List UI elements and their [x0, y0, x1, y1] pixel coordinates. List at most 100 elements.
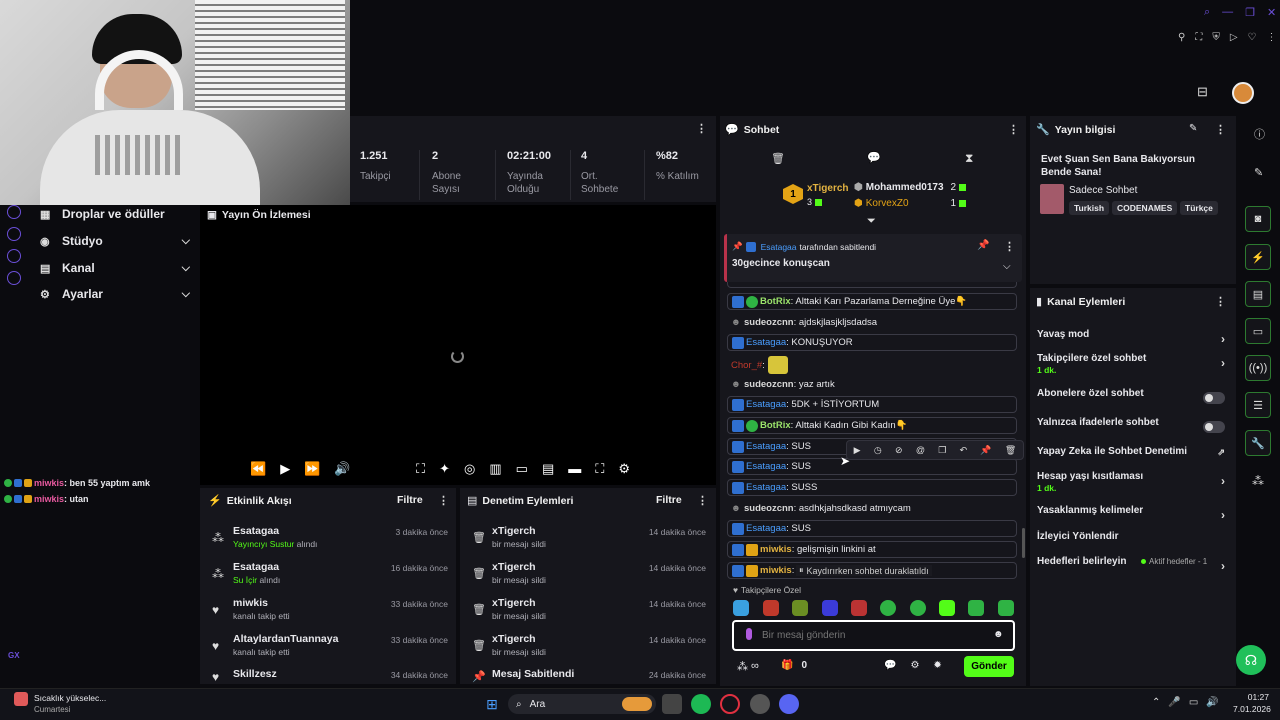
- banned-words[interactable]: Yasaklanmış kelimeler ›: [1037, 505, 1227, 529]
- trash-icon[interactable]: 🗑: [771, 152, 785, 165]
- chevron-down-icon[interactable]: ⌵: [1003, 261, 1011, 272]
- mic-icon[interactable]: [746, 628, 752, 640]
- play-icon[interactable]: ▶: [280, 461, 290, 477]
- network-icon[interactable]: ▭: [1189, 697, 1198, 708]
- discord-icon[interactable]: [779, 694, 799, 714]
- chat-username[interactable]: Esatagaa: [746, 441, 786, 452]
- maximize-icon[interactable]: ❐: [1245, 6, 1255, 19]
- chat-username[interactable]: sudeozcnn: [744, 503, 794, 514]
- chat-username[interactable]: BotRix: [760, 420, 791, 431]
- snapshot-icon[interactable]: ⛶: [1195, 32, 1202, 43]
- chat-username[interactable]: Esatagaa: [746, 337, 786, 348]
- activity-user[interactable]: miwkis: [233, 597, 268, 609]
- nav-drops[interactable]: ▦ Droplar ve ödüller: [40, 203, 190, 225]
- reply-icon[interactable]: ▶: [854, 445, 861, 456]
- top-gifter-name[interactable]: xTigerch: [807, 183, 849, 194]
- undo-icon[interactable]: ↶: [960, 445, 968, 456]
- stats-menu-icon[interactable]: ⋮: [696, 122, 707, 135]
- more-icon[interactable]: ⋮: [1267, 32, 1277, 43]
- nav-channel[interactable]: ▤ Kanal ⌵: [40, 257, 190, 279]
- moderation-user[interactable]: xTigerch: [492, 525, 536, 537]
- emote-5[interactable]: [851, 600, 867, 616]
- chat-username[interactable]: miwkis: [760, 565, 792, 576]
- chat-message[interactable]: Esatagaa: 5DK + İSTİYORTUM: [727, 396, 1017, 413]
- theater-icon[interactable]: ⊟: [1197, 84, 1208, 100]
- sidebar-icon-2[interactable]: [7, 227, 21, 241]
- points-icons[interactable]: ⁂ ∞: [737, 660, 759, 673]
- volume-icon[interactable]: 🔊: [334, 461, 350, 477]
- pin-icon[interactable]: ⚲: [1178, 32, 1185, 43]
- task-view-icon[interactable]: [662, 694, 682, 714]
- activity-user[interactable]: Skillzesz: [233, 668, 277, 680]
- category-thumbnail[interactable]: [1040, 184, 1064, 214]
- raid-viewers[interactable]: İzleyici Yönlendir: [1037, 531, 1227, 555]
- gear-icon[interactable]: ⚙: [910, 660, 919, 671]
- emotes-only-chat[interactable]: Yalnızca ifadelerle sohbet: [1037, 417, 1227, 441]
- chat-username[interactable]: BotRix: [760, 296, 791, 307]
- emoji-icon[interactable]: ☻: [993, 629, 1004, 640]
- wrench-tool[interactable]: 🔧: [1245, 430, 1271, 456]
- pin-icon[interactable]: 📌: [980, 445, 991, 456]
- chat-username[interactable]: Esatagaa: [746, 461, 786, 472]
- clipboard-tool[interactable]: ▤: [1245, 281, 1271, 307]
- emote-1[interactable]: [733, 600, 749, 616]
- stream-category[interactable]: Sadece Sohbet: [1069, 185, 1137, 196]
- chat-bubble-icon[interactable]: 💬: [884, 660, 896, 671]
- moderation-user[interactable]: xTigerch: [492, 633, 536, 645]
- nav-studio[interactable]: ◉ Stüdyo ⌵: [40, 230, 190, 252]
- tag[interactable]: Türkçe: [1180, 201, 1218, 215]
- chat-username[interactable]: Esatagaa: [746, 482, 786, 493]
- moderation-filter-button[interactable]: Filtre: [656, 494, 682, 506]
- pencil-icon[interactable]: ✎: [1254, 166, 1263, 179]
- rewind-clip-icon[interactable]: ◎: [464, 461, 475, 477]
- chat-username[interactable]: sudeozcnn: [744, 317, 794, 328]
- steam-icon[interactable]: [750, 694, 770, 714]
- chat-menu-icon[interactable]: ⋮: [1008, 123, 1019, 136]
- set-goals[interactable]: Hedefleri belirleyin Aktif hedefler - 1 ›: [1037, 556, 1227, 580]
- chat-message[interactable]: ☻ sudeozcnn: ajdskjlasjkljsdadsa: [727, 314, 1017, 331]
- close-icon[interactable]: ✕: [1267, 6, 1276, 19]
- slow-mode[interactable]: Yavaş mod ›: [1037, 329, 1227, 353]
- camera-tool[interactable]: ◙: [1245, 206, 1271, 232]
- emote-9[interactable]: [968, 600, 984, 616]
- channel-actions-menu-icon[interactable]: ⋮: [1215, 295, 1226, 308]
- volume-icon[interactable]: 🔊: [1206, 697, 1218, 708]
- pinned-menu-icon[interactable]: ⋮: [1004, 240, 1015, 253]
- emote-7[interactable]: [910, 600, 926, 616]
- activity-user[interactable]: Esatagaa: [233, 525, 279, 537]
- gifter-name[interactable]: Mohammed0173: [866, 182, 944, 193]
- chat-message[interactable]: BotRix: Alttaki Kadın Gibi Kadın👇: [727, 417, 1017, 434]
- mic-icon[interactable]: 🎤: [1168, 697, 1180, 708]
- emote-3[interactable]: [792, 600, 808, 616]
- chevron-up-icon[interactable]: ⌃: [1152, 697, 1160, 708]
- pip-icon[interactable]: ▭: [516, 461, 528, 477]
- chat-message[interactable]: ☻ sudeozcnn: yaz artık: [727, 376, 1017, 393]
- community-icon[interactable]: ⁂: [1252, 474, 1264, 488]
- rewind-icon[interactable]: ⏪: [250, 461, 266, 477]
- sidebar-icon-3[interactable]: [7, 249, 21, 263]
- taskbar-search[interactable]: ⌕ Ara: [508, 694, 656, 714]
- ai-moderation[interactable]: Yapay Zeka ile Sohbet Denetimi ⇗: [1037, 446, 1227, 470]
- chat-bubble-icon[interactable]: 💬: [867, 151, 881, 164]
- send-button[interactable]: Gönder: [964, 656, 1014, 677]
- chat-message[interactable]: Esatagaa: SUSS: [727, 479, 1017, 496]
- radio-icon[interactable]: ▤: [542, 461, 554, 477]
- subs-only-toggle[interactable]: [1203, 392, 1225, 404]
- heart-icon[interactable]: ♡: [1248, 32, 1257, 43]
- copy-icon[interactable]: ❐: [938, 445, 946, 456]
- unpin-icon[interactable]: 📌: [977, 240, 989, 251]
- chat-message[interactable]: Esatagaa: SUS: [727, 458, 1017, 475]
- chat-message[interactable]: miwkis: gelişmişin linkini at: [727, 541, 1017, 558]
- chat-username[interactable]: sudeozcnn: [744, 379, 794, 390]
- tag[interactable]: Turkish: [1069, 201, 1110, 215]
- hourglass-icon[interactable]: ⧗: [965, 151, 973, 166]
- chat-message[interactable]: BotRix: Alttaki Karı Pazarlama Derneğine…: [727, 293, 1017, 310]
- opera-gx-icon[interactable]: [720, 694, 740, 714]
- nav-settings[interactable]: ⚙ Ayarlar ⌵: [40, 283, 190, 305]
- account-age-restriction[interactable]: Hesap yaşı kısıtlaması 1 dk. ›: [1037, 471, 1227, 495]
- followers-only-chat[interactable]: Takipçilere özel sohbet 1 dk. ›: [1037, 353, 1227, 377]
- moderation-menu-icon[interactable]: ⋮: [697, 494, 708, 507]
- fullscreen-icon[interactable]: ⛶: [595, 461, 604, 477]
- emote-10[interactable]: [998, 600, 1014, 616]
- emote-2[interactable]: [763, 600, 779, 616]
